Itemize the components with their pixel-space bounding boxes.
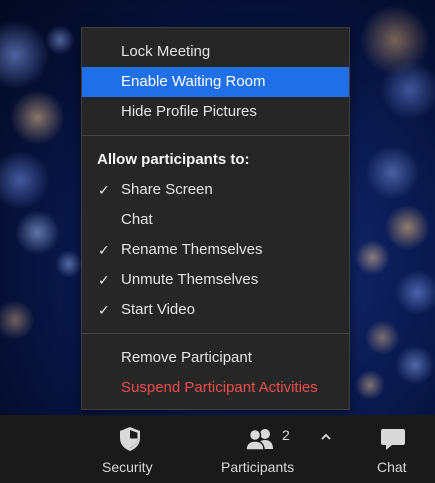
allow-participants-header: Allow participants to: — [97, 151, 250, 168]
menu-item-hide-profile-pictures[interactable]: Hide Profile Pictures — [82, 97, 349, 127]
checkmark-icon: ✓ — [98, 272, 110, 288]
menu-item-label: Rename Themselves — [121, 241, 263, 258]
menu-item-label: Hide Profile Pictures — [121, 103, 257, 120]
security-menu: Lock Meeting Enable Waiting Room Hide Pr… — [81, 27, 350, 410]
menu-item-share-screen[interactable]: ✓ Share Screen — [82, 175, 349, 205]
menu-item-label: Chat — [121, 211, 153, 228]
menu-item-start-video[interactable]: ✓ Start Video — [82, 295, 349, 325]
menu-item-label: Enable Waiting Room — [121, 73, 266, 90]
participants-button[interactable]: 2 Participants — [215, 415, 315, 483]
security-label: Security — [102, 459, 153, 475]
participants-options-button[interactable] — [316, 415, 336, 483]
menu-item-chat[interactable]: Chat — [82, 205, 349, 235]
menu-item-label: Remove Participant — [121, 349, 252, 366]
menu-item-label: Suspend Participant Activities — [121, 379, 318, 396]
checkmark-icon: ✓ — [98, 302, 110, 318]
menu-divider — [82, 333, 349, 334]
chevron-up-icon — [321, 433, 331, 440]
meeting-toolbar: Security 2 Participants Chat — [0, 415, 435, 483]
menu-item-rename-themselves[interactable]: ✓ Rename Themselves — [82, 235, 349, 265]
participants-icon — [245, 428, 273, 450]
menu-item-label: Start Video — [121, 301, 195, 318]
shield-icon — [120, 427, 140, 451]
security-button[interactable]: Security — [95, 415, 165, 483]
menu-item-lock-meeting[interactable]: Lock Meeting — [82, 37, 349, 67]
participants-label: Participants — [221, 459, 295, 475]
chat-bubble-icon — [381, 429, 405, 450]
menu-item-remove-participant[interactable]: Remove Participant — [82, 343, 349, 373]
menu-divider — [82, 135, 349, 136]
menu-item-enable-waiting-room[interactable]: Enable Waiting Room — [82, 67, 349, 97]
menu-item-label: Lock Meeting — [121, 43, 211, 60]
menu-item-label: Unmute Themselves — [121, 271, 259, 288]
menu-item-label: Share Screen — [121, 181, 213, 198]
participants-count: 2 — [282, 427, 290, 443]
meeting-window: Lock Meeting Enable Waiting Room Hide Pr… — [0, 0, 435, 483]
chat-button[interactable]: Chat — [370, 415, 415, 483]
checkmark-icon: ✓ — [98, 182, 110, 198]
checkmark-icon: ✓ — [98, 242, 110, 258]
chat-label: Chat — [377, 459, 407, 475]
menu-item-suspend-participant-activities[interactable]: Suspend Participant Activities — [82, 373, 349, 403]
menu-item-unmute-themselves[interactable]: ✓ Unmute Themselves — [82, 265, 349, 295]
